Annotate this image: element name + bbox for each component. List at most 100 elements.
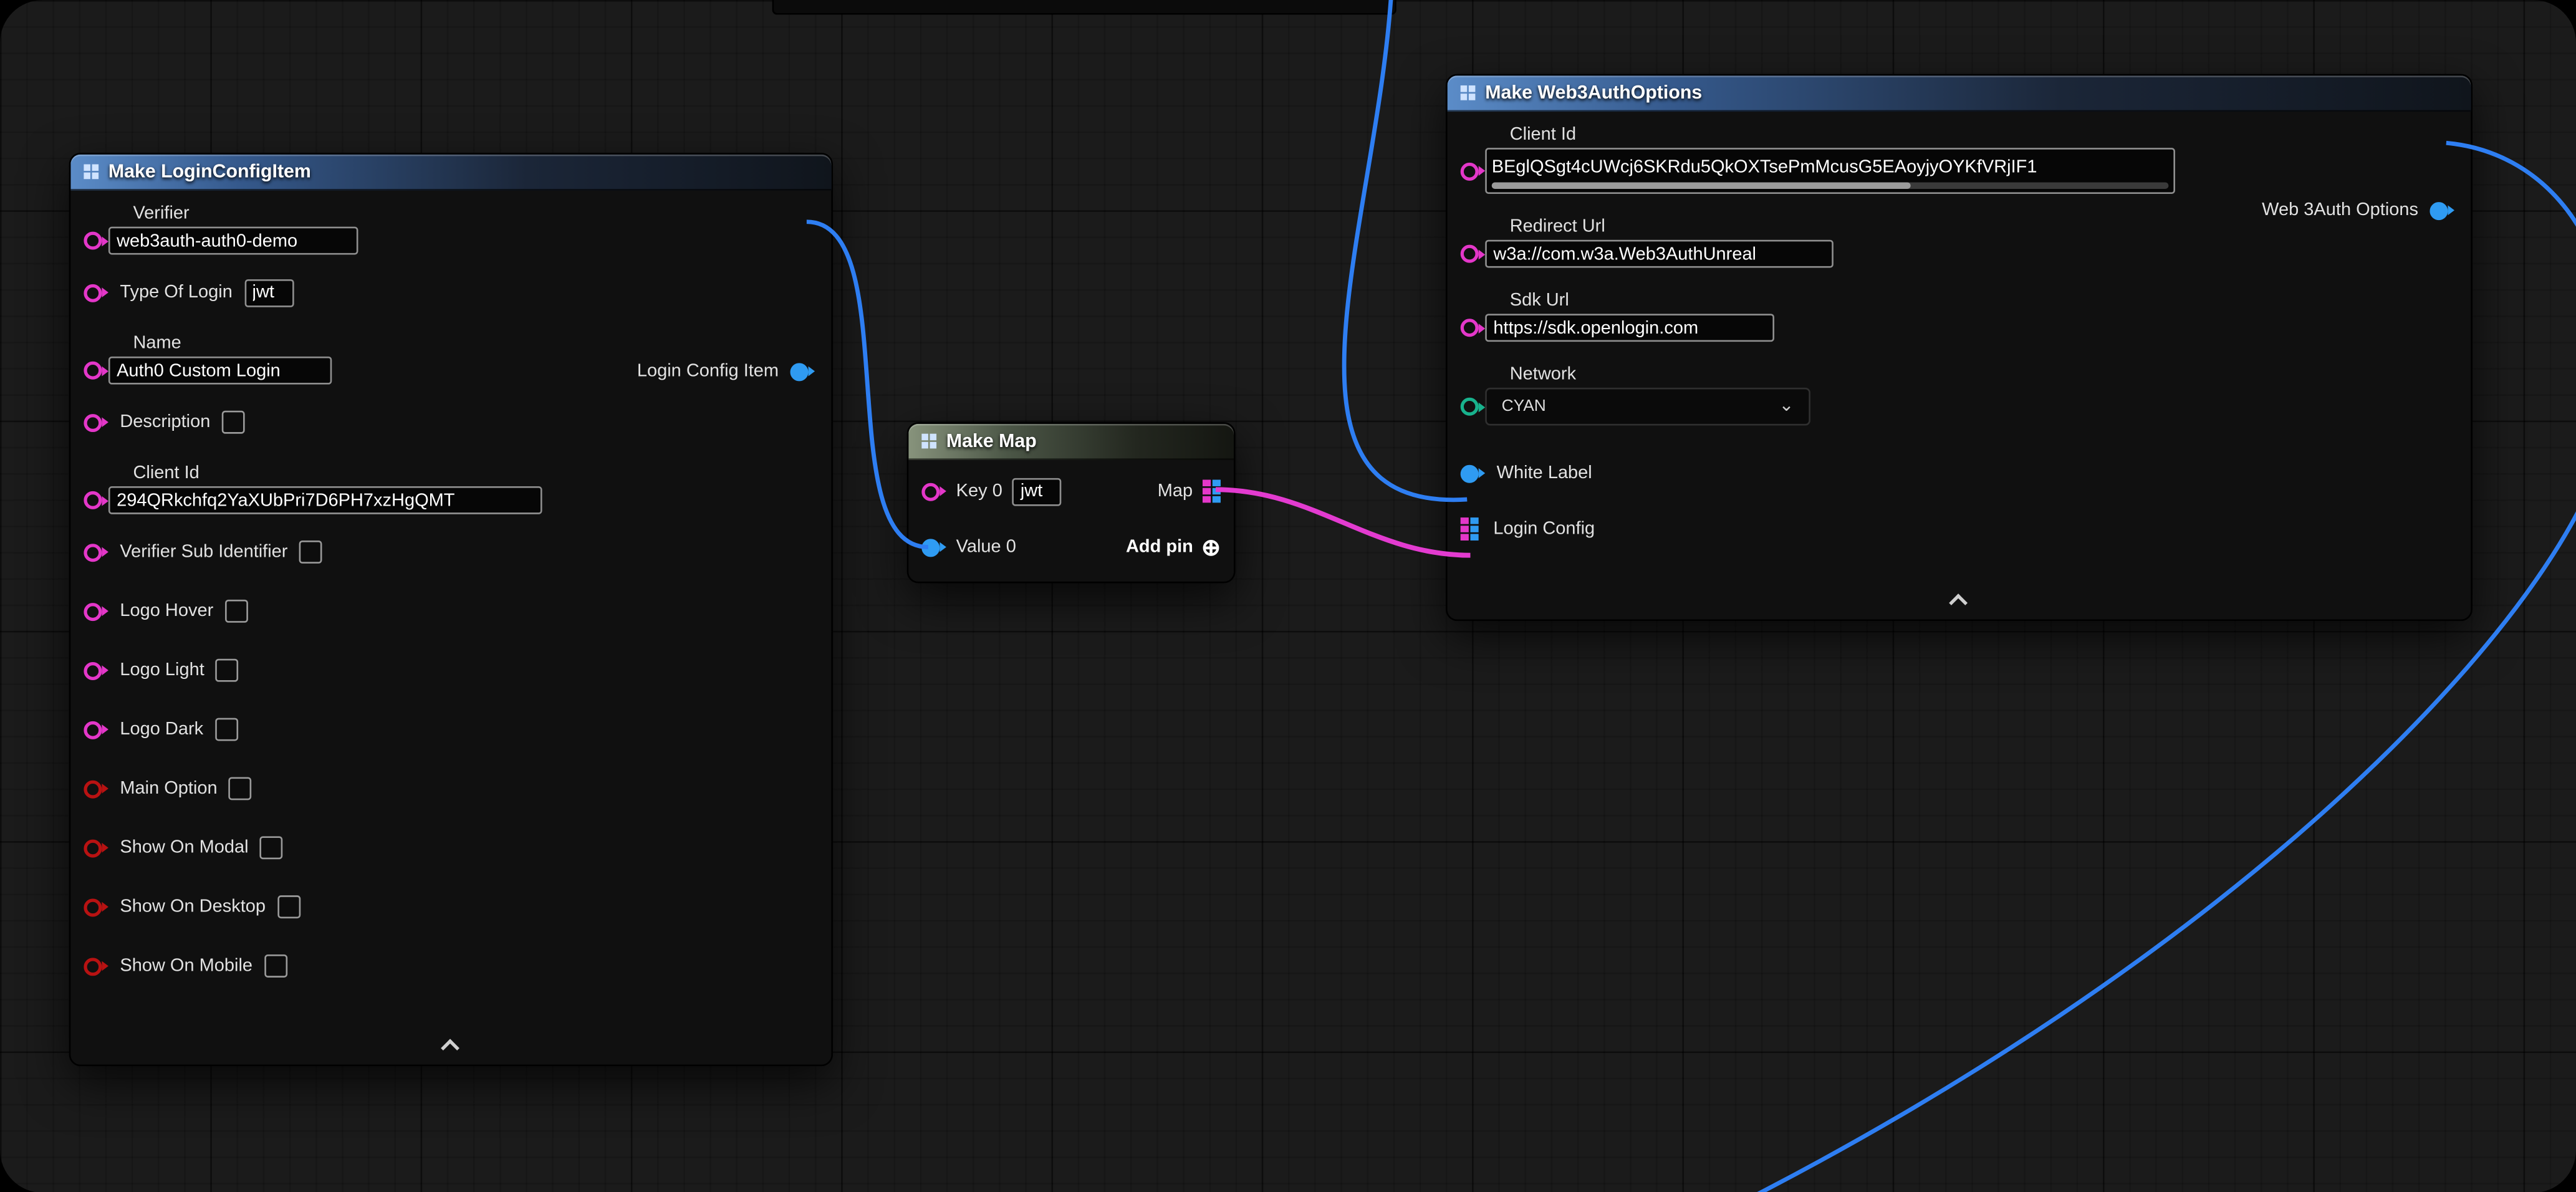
chevron-down-icon: ⌄ (1779, 398, 1794, 416)
partial-node-top[interactable] (772, 0, 1396, 15)
pin-group-verifier: Verifier (84, 204, 818, 255)
network-dropdown[interactable]: CYAN ⌄ (1485, 388, 1810, 426)
map-row-key0: Key 0 Map (921, 473, 1221, 509)
type-of-login-pin[interactable] (84, 284, 102, 302)
pin-label: Key 0 (956, 481, 1002, 501)
logo-dark-pin[interactable] (84, 721, 102, 739)
pin-label: Login Config (1493, 519, 1595, 539)
add-pin-button[interactable]: Add pin ⊕ (1126, 536, 1221, 559)
pin-row-white-label: White Label (1461, 455, 2458, 491)
node-header[interactable]: Make LoginConfigItem (70, 155, 831, 191)
key0-input[interactable] (1012, 478, 1062, 506)
node-make-map[interactable]: Make Map Key 0 Map Value 0 (907, 422, 1236, 583)
white-label-pin[interactable] (1461, 464, 1479, 482)
show-on-desktop-checkbox[interactable] (277, 895, 300, 918)
verifier-pin[interactable] (84, 232, 102, 250)
pin-label: Description (120, 412, 210, 432)
logo-hover-input[interactable] (225, 600, 248, 623)
pin-row-logo-light: Logo Light (84, 652, 818, 688)
client-id-pin[interactable] (84, 491, 102, 509)
collapse-chevron-icon[interactable] (440, 1039, 459, 1057)
pin-label: Show On Modal (120, 838, 248, 858)
verifier-input[interactable] (108, 227, 358, 255)
description-input[interactable] (222, 411, 245, 434)
pin-label: Value 0 (956, 537, 1016, 557)
node-title: Make Web3AuthOptions (1485, 83, 1702, 103)
pin-group-redirect-url: Redirect Url (1461, 217, 2458, 268)
sdk-url-pin[interactable] (1461, 319, 1479, 337)
pin-group-sdk-url: Sdk Url (1461, 291, 2458, 342)
show-on-desktop-pin[interactable] (84, 898, 102, 916)
login-config-item-pin[interactable] (791, 362, 809, 380)
client-id-input[interactable] (1492, 155, 2169, 181)
map-output-pin[interactable] (1203, 479, 1221, 502)
pin-label: Main Option (120, 779, 217, 799)
redirect-url-pin[interactable] (1461, 245, 1479, 263)
output-login-config-item[interactable]: Login Config Item (637, 362, 815, 382)
blueprint-graph-canvas[interactable]: Make LoginConfigItem Login Config Item V… (0, 0, 2576, 1192)
logo-hover-pin[interactable] (84, 602, 102, 620)
value0-pin[interactable] (921, 538, 940, 556)
pin-label: Name (133, 334, 818, 353)
pin-label: Client Id (133, 463, 818, 483)
pin-group-client-id: Client Id (1461, 125, 2458, 194)
pin-row-main-option: Main Option (84, 771, 818, 807)
node-title: Make Map (946, 431, 1037, 451)
pin-row-verifier-sub-identifier: Verifier Sub Identifier (84, 534, 818, 570)
pin-row-show-on-mobile: Show On Mobile (84, 948, 818, 984)
add-pin-label: Add pin (1126, 537, 1193, 557)
pin-label: Logo Hover (120, 601, 213, 621)
output-web3auth-options[interactable]: Web 3Auth Options (2262, 200, 2454, 220)
node-make-web3authoptions[interactable]: Make Web3AuthOptions Web 3Auth Options C… (1446, 74, 2473, 622)
client-id-input[interactable] (108, 486, 542, 514)
type-of-login-input[interactable] (244, 279, 293, 307)
client-id-scrollbar[interactable] (1492, 183, 2169, 190)
pin-label: Type Of Login (120, 282, 233, 302)
main-option-pin[interactable] (84, 779, 102, 797)
sdk-url-input[interactable] (1485, 314, 1774, 342)
pin-row-logo-dark: Logo Dark (84, 711, 818, 747)
name-input[interactable] (108, 357, 332, 385)
main-option-checkbox[interactable] (229, 777, 252, 800)
output-pin-label: Login Config Item (637, 362, 779, 382)
node-header[interactable]: Make Map (908, 424, 1234, 460)
node-title: Make LoginConfigItem (108, 162, 311, 182)
web3auth-options-pin[interactable] (2429, 201, 2448, 219)
network-pin[interactable] (1461, 398, 1479, 416)
verifier-sub-identifier-input[interactable] (299, 541, 322, 564)
verifier-sub-identifier-pin[interactable] (84, 543, 102, 561)
pin-label: Network (1510, 365, 2458, 385)
logo-dark-input[interactable] (215, 718, 238, 741)
output-pin-label: Web 3Auth Options (2262, 200, 2418, 220)
pin-row-show-on-desktop: Show On Desktop (84, 889, 818, 925)
pin-label: Verifier (133, 204, 818, 224)
show-on-modal-pin[interactable] (84, 839, 102, 857)
add-pin-icon: ⊕ (1201, 536, 1221, 559)
client-id-box[interactable] (1485, 148, 2175, 194)
pin-label: Logo Light (120, 660, 204, 680)
key0-pin[interactable] (921, 482, 940, 500)
pin-row-type-of-login: Type Of Login (84, 274, 818, 310)
wire-map-to-loginconfig (1216, 489, 1470, 555)
name-pin[interactable] (84, 362, 102, 380)
redirect-url-input[interactable] (1485, 240, 1833, 268)
client-id-pin[interactable] (1461, 162, 1479, 180)
collapse-chevron-icon[interactable] (1948, 594, 1967, 612)
description-pin[interactable] (84, 413, 102, 431)
logo-light-input[interactable] (216, 659, 239, 682)
logo-light-pin[interactable] (84, 661, 102, 680)
make-struct-icon (1461, 85, 1476, 100)
pin-label: White Label (1497, 463, 1592, 483)
node-make-loginconfigitem[interactable]: Make LoginConfigItem Login Config Item V… (69, 153, 833, 1066)
pin-row-description: Description (84, 404, 818, 440)
pin-label: Client Id (1510, 125, 2458, 145)
show-on-mobile-pin[interactable] (84, 957, 102, 975)
pin-label: Show On Mobile (120, 956, 252, 976)
make-struct-icon (84, 165, 99, 180)
pin-row-show-on-modal: Show On Modal (84, 830, 818, 866)
node-header[interactable]: Make Web3AuthOptions (1448, 75, 2471, 112)
pin-group-network: Network CYAN ⌄ (1461, 365, 2458, 426)
show-on-modal-checkbox[interactable] (260, 836, 283, 859)
show-on-mobile-checkbox[interactable] (264, 954, 287, 978)
login-config-pin[interactable] (1461, 517, 1479, 541)
